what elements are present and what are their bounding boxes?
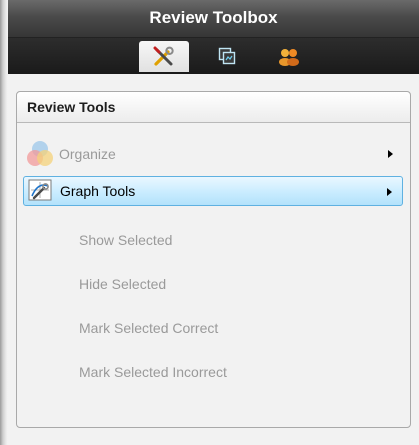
menu-item-label: Organize <box>59 146 116 162</box>
graph-tools-icon <box>26 176 56 206</box>
tab-tools[interactable] <box>139 41 189 72</box>
review-tools-header: Review Tools <box>17 92 410 123</box>
menu-item-graph-tools[interactable]: Graph Tools <box>23 176 403 206</box>
menu-item-hide-selected[interactable]: Hide Selected <box>79 276 166 292</box>
students-icon <box>279 48 299 66</box>
tab-students[interactable] <box>264 41 314 72</box>
toolbox-tab-bar <box>8 38 419 74</box>
window-left-edge <box>0 0 8 445</box>
toolbox-title: Review Toolbox <box>8 0 419 38</box>
menu-item-show-selected[interactable]: Show Selected <box>79 232 172 248</box>
tab-pages[interactable] <box>203 41 253 72</box>
review-tools-box: Review Tools Organize Graph Tools Show S… <box>16 91 411 428</box>
menu-item-label: Graph Tools <box>60 183 136 199</box>
submenu-arrow-icon <box>388 150 393 158</box>
menu-item-organize[interactable]: Organize <box>23 139 403 169</box>
review-toolbox-panel: Review Toolbox Review Tools Organize Gra… <box>8 0 419 445</box>
menu-item-mark-selected-correct[interactable]: Mark Selected Correct <box>79 320 218 336</box>
menu-item-mark-selected-incorrect[interactable]: Mark Selected Incorrect <box>79 364 227 380</box>
pages-icon <box>218 47 236 64</box>
submenu-arrow-icon <box>387 188 392 196</box>
organize-icon <box>25 139 55 169</box>
tools-icon <box>153 46 174 66</box>
